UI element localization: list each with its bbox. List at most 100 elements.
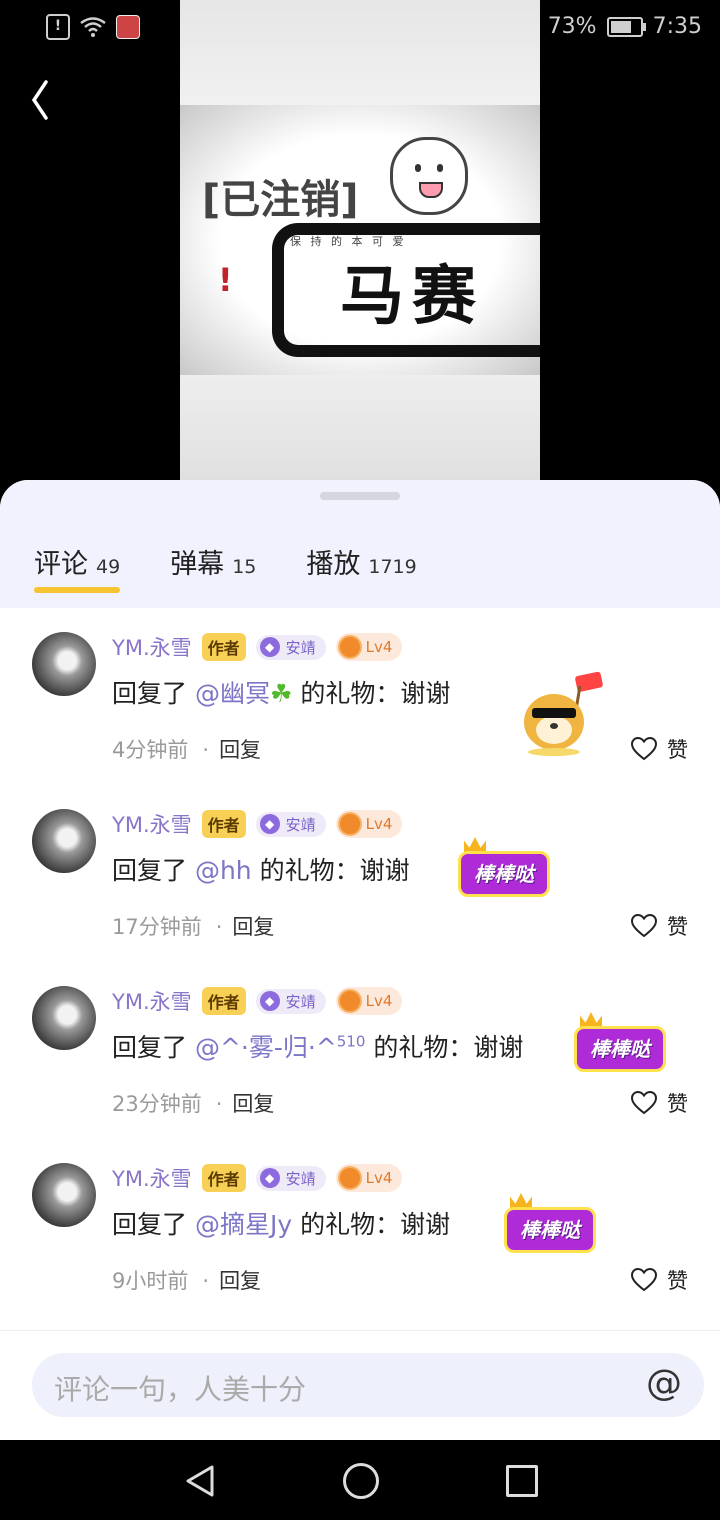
reply-button[interactable]: 回复 <box>232 1092 274 1116</box>
heart-icon <box>631 914 657 938</box>
comment-sheet: 评论 49 弹幕 15 播放 1719 YM.永雪 作者 ◆ 安靖 Lv4 回复了 @幽… <box>0 480 720 1440</box>
reply-button[interactable]: 回复 <box>232 915 274 939</box>
gift-sticker: 棒棒哒 <box>504 1193 596 1257</box>
tab-label: 播放 <box>306 549 361 580</box>
tab-label: 弹幕 <box>170 549 225 580</box>
level-badge: Lv4 <box>335 1164 403 1192</box>
tab-count: 49 <box>96 556 121 578</box>
video-player[interactable]: [已注销] ! 保 持 的 本 可 爱 马赛 <box>180 0 540 480</box>
reply-suffix: 的礼物：谢谢 <box>365 1033 524 1062</box>
mention-link[interactable]: @^·雾-归·^ <box>195 1033 337 1062</box>
comment-time: 4分钟前 <box>112 738 189 762</box>
gift-sticker: 棒棒哒 <box>574 1012 666 1076</box>
comment-time: 23分钟前 <box>112 1092 202 1116</box>
reply-prefix: 回复了 <box>112 1210 195 1239</box>
guard-badge-label: 安靖 <box>285 1169 316 1188</box>
level-label: Lv4 <box>365 638 393 656</box>
diamond-icon: ◆ <box>259 814 280 834</box>
gift-label: 棒棒哒 <box>504 1207 596 1253</box>
gift-label: 棒棒哒 <box>574 1026 666 1072</box>
comment-meta: YM.永雪 作者 ◆ 安靖 Lv4 <box>112 986 403 1016</box>
comment-text: 回复了 @幽冥☘ 的礼物：谢谢 <box>112 674 450 710</box>
username[interactable]: YM.永雪 <box>112 632 192 662</box>
input-placeholder: 评论一句，人美十分 <box>54 1373 307 1406</box>
like-label: 赞 <box>667 1269 688 1293</box>
tab-comments[interactable]: 评论 49 <box>34 542 121 593</box>
guard-badge: ◆ 安靖 <box>255 811 326 837</box>
at-icon[interactable]: @ <box>646 1363 682 1404</box>
comment-footer: 9小时前 · 回复 <box>112 1265 261 1295</box>
tab-plays[interactable]: 播放 1719 <box>306 542 416 581</box>
mention-link[interactable]: @hh <box>195 856 252 885</box>
separator-dot: · <box>215 1092 223 1116</box>
guard-badge: ◆ 安靖 <box>255 1165 326 1191</box>
battery-percent: 73% <box>547 14 597 39</box>
comment-item: YM.永雪 作者 ◆ 安靖 Lv4 回复了 @hh 的礼物：谢谢 17分钟前 · 回复… <box>0 785 720 962</box>
clover-emoji-icon: ☘ <box>269 679 293 708</box>
comment-input[interactable]: 评论一句，人美十分 @ <box>32 1353 704 1417</box>
mention-link[interactable]: @摘星Jy <box>195 1210 292 1239</box>
like-label: 赞 <box>667 738 688 762</box>
separator-dot: · <box>202 1269 210 1293</box>
tab-count: 15 <box>232 556 257 578</box>
diamond-icon: ◆ <box>259 637 280 657</box>
like-button[interactable]: 赞 <box>631 1265 688 1295</box>
comment-item: YM.永雪 作者 ◆ 安靖 Lv4 回复了 @摘星Jy 的礼物：谢谢 9小时前 · 回… <box>0 1139 720 1316</box>
reply-button[interactable]: 回复 <box>219 1269 261 1293</box>
nav-back-icon[interactable] <box>184 1464 216 1498</box>
doge-gift-sticker <box>524 671 603 756</box>
clock: 7:35 <box>652 14 702 39</box>
like-label: 赞 <box>667 915 688 939</box>
guard-badge-label: 安靖 <box>285 638 316 657</box>
avatar[interactable] <box>32 809 96 873</box>
nav-recent-icon[interactable] <box>506 1465 538 1497</box>
reply-suffix: 的礼物：谢谢 <box>292 1210 451 1239</box>
username[interactable]: YM.永雪 <box>112 1163 192 1193</box>
reply-suffix: 的礼物：谢谢 <box>292 679 451 708</box>
comment-text: 回复了 @摘星Jy 的礼物：谢谢 <box>112 1205 450 1241</box>
guard-badge: ◆ 安靖 <box>255 634 326 660</box>
comment-text: 回复了 @hh 的礼物：谢谢 <box>112 851 410 887</box>
wifi-icon <box>80 17 106 37</box>
like-button[interactable]: 赞 <box>631 734 688 764</box>
comment-item: YM.永雪 作者 ◆ 安靖 Lv4 回复了 @幽冥☘ 的礼物：谢谢 4分钟前 · 回复… <box>0 608 720 785</box>
username[interactable]: YM.永雪 <box>112 809 192 839</box>
comment-input-bar: 评论一句，人美十分 @ <box>0 1330 720 1440</box>
avatar[interactable] <box>32 632 96 696</box>
level-icon <box>337 989 362 1013</box>
level-icon <box>337 635 362 659</box>
reply-suffix: 的礼物：谢谢 <box>251 856 410 885</box>
tab-bar: 评论 49 弹幕 15 播放 1719 <box>34 542 417 593</box>
comment-meta: YM.永雪 作者 ◆ 安靖 Lv4 <box>112 632 403 662</box>
mention-superscript: 510 <box>336 1032 366 1051</box>
avatar[interactable] <box>32 1163 96 1227</box>
avatar[interactable] <box>32 986 96 1050</box>
author-badge: 作者 <box>201 633 246 661</box>
username[interactable]: YM.永雪 <box>112 986 192 1016</box>
nav-home-icon[interactable] <box>343 1463 379 1499</box>
reply-prefix: 回复了 <box>112 679 195 708</box>
tab-label: 评论 <box>34 549 88 580</box>
level-icon <box>337 812 362 836</box>
comment-list: YM.永雪 作者 ◆ 安靖 Lv4 回复了 @幽冥☘ 的礼物：谢谢 4分钟前 · 回复… <box>0 608 720 1316</box>
author-badge: 作者 <box>201 810 246 838</box>
tab-danmaku[interactable]: 弹幕 15 <box>170 542 256 581</box>
level-icon <box>337 1166 362 1190</box>
heart-icon <box>631 1268 657 1292</box>
back-icon[interactable] <box>28 78 68 128</box>
reply-button[interactable]: 回复 <box>219 738 261 762</box>
level-badge: Lv4 <box>335 987 403 1015</box>
comment-footer: 17分钟前 · 回复 <box>112 911 274 941</box>
level-badge: Lv4 <box>335 633 403 661</box>
like-button[interactable]: 赞 <box>631 1088 688 1118</box>
drag-handle[interactable] <box>320 492 400 500</box>
like-button[interactable]: 赞 <box>631 911 688 941</box>
comment-footer: 23分钟前 · 回复 <box>112 1088 274 1118</box>
mention-link[interactable]: @幽冥 <box>195 679 270 708</box>
like-label: 赞 <box>667 1092 688 1116</box>
status-right: 73% 7:35 <box>515 14 702 39</box>
level-badge: Lv4 <box>335 810 403 838</box>
comment-meta: YM.永雪 作者 ◆ 安靖 Lv4 <box>112 809 403 839</box>
video-big-text: 马赛 <box>340 260 484 334</box>
comment-text: 回复了 @^·雾-归·^510 的礼物：谢谢 <box>112 1028 523 1064</box>
